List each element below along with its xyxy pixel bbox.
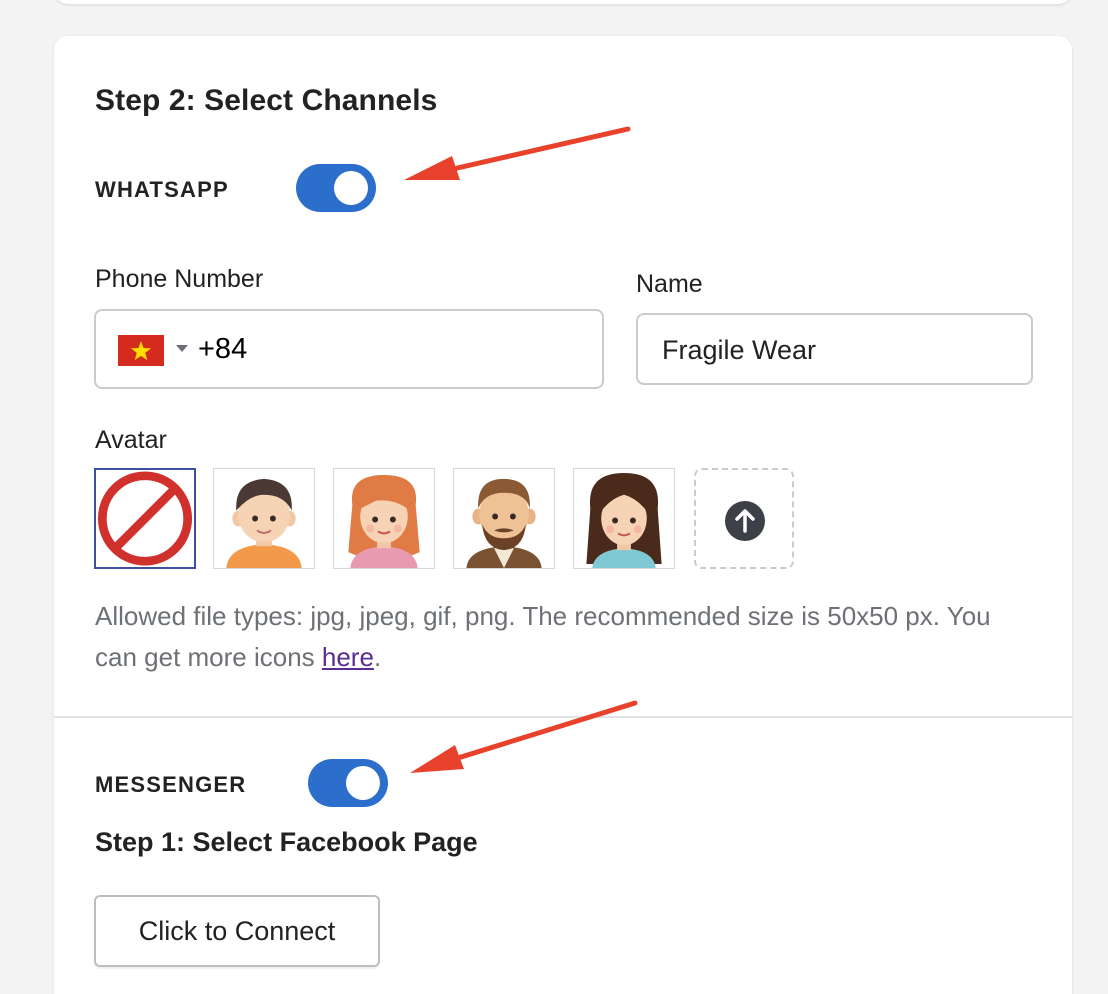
whatsapp-label: WHATSAPP (95, 177, 229, 202)
messenger-toggle[interactable] (308, 759, 388, 807)
none-icon (97, 471, 193, 566)
avatar-label: Avatar (95, 426, 167, 454)
avatar-option-none[interactable] (94, 468, 196, 569)
whatsapp-toggle[interactable] (296, 164, 376, 212)
star-icon (130, 341, 152, 361)
name-field[interactable] (636, 313, 1033, 385)
facebook-step-title: Step 1: Select Facebook Page (95, 827, 478, 857)
name-input[interactable] (662, 335, 1002, 366)
connect-facebook-button[interactable]: Click to Connect (94, 895, 380, 967)
messenger-label: MESSENGER (95, 772, 247, 797)
help-text-body: Allowed file types: jpg, jpeg, gif, png.… (95, 601, 991, 672)
toggle-knob (346, 766, 380, 800)
phone-input[interactable] (198, 333, 578, 366)
channels-card: Step 2: Select Channels WHATSAPP Phone N… (54, 36, 1072, 994)
toggle-knob (334, 171, 368, 205)
avatar-option-bearded-man[interactable] (453, 468, 555, 569)
section-title: Step 2: Select Channels (95, 84, 438, 117)
man-avatar-icon (226, 478, 302, 568)
avatar-option-woman-darkhair[interactable] (573, 468, 675, 569)
more-icons-link[interactable]: here (322, 642, 374, 672)
help-text-suffix: . (373, 642, 382, 672)
previous-card (54, 0, 1072, 4)
chevron-down-icon[interactable] (176, 345, 188, 352)
woman-darkhair-avatar-icon (586, 472, 662, 568)
upload-arrow-icon (725, 501, 765, 541)
vietnam-flag-icon[interactable] (118, 335, 164, 366)
phone-label: Phone Number (95, 265, 264, 293)
bearded-man-avatar-icon (466, 478, 542, 568)
woman-redhair-avatar-icon (348, 474, 420, 568)
phone-field[interactable] (94, 309, 604, 389)
avatar-option-woman-redhair[interactable] (333, 468, 435, 569)
name-label: Name (636, 270, 703, 298)
avatar-option-man[interactable] (213, 468, 315, 569)
avatar-help-text: Allowed file types: jpg, jpeg, gif, png.… (95, 596, 1035, 678)
section-divider (54, 716, 1072, 718)
avatar-upload-button[interactable] (694, 468, 794, 569)
